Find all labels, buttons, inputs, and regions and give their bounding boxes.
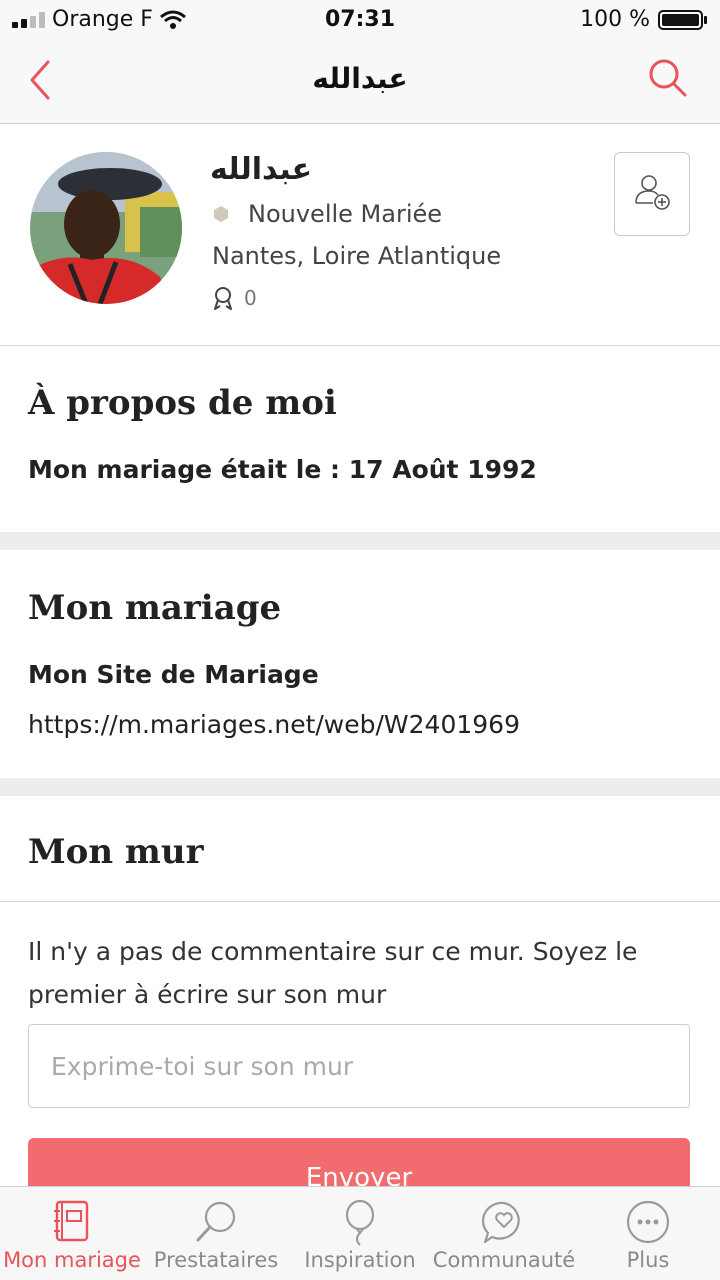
- battery-icon: [658, 10, 707, 30]
- wall-comment-input[interactable]: [28, 1024, 690, 1108]
- wall-title: Mon mur: [28, 832, 204, 872]
- profile-location: Nantes, Loire Atlantique: [212, 242, 502, 270]
- hexagon-badge-icon: [214, 206, 228, 222]
- wedding-section: Mon mariage Mon Site de Mariage https://…: [0, 550, 720, 778]
- battery-percent: 100 %: [580, 7, 650, 32]
- status-bar: Orange F 07:31 100 %: [0, 0, 720, 40]
- profile-role: Nouvelle Mariée: [212, 200, 442, 228]
- wedding-site-label: Mon Site de Mariage: [28, 660, 319, 689]
- medal-count: 0: [244, 286, 257, 310]
- magnifier-icon: [196, 1201, 236, 1242]
- section-divider: [0, 778, 720, 796]
- profile-name: عبدالله: [210, 152, 313, 187]
- tab-prestataires[interactable]: Prestataires: [144, 1187, 288, 1280]
- wedding-site-link[interactable]: https://m.mariages.net/web/W2401969: [28, 710, 520, 739]
- navigation-bar: عبدالله: [0, 40, 720, 124]
- profile-medals: 0: [212, 286, 257, 310]
- add-friend-button[interactable]: [614, 152, 690, 236]
- tab-label: Communauté: [432, 1248, 576, 1272]
- section-divider: [0, 532, 720, 550]
- tab-label: Prestataires: [153, 1248, 279, 1272]
- chat-heart-icon: [481, 1201, 520, 1244]
- tab-label: Plus: [626, 1248, 670, 1272]
- tab-plus[interactable]: Plus: [576, 1187, 720, 1280]
- tab-mon-mariage[interactable]: Mon mariage: [0, 1187, 144, 1280]
- tab-communaute[interactable]: Communauté: [432, 1187, 576, 1280]
- tab-bar: Mon mariage Prestataires Inspiration Com…: [0, 1186, 720, 1280]
- tab-inspiration[interactable]: Inspiration: [288, 1187, 432, 1280]
- about-title: À propos de moi: [28, 383, 337, 423]
- wedding-date: Mon mariage était le : 17 Août 1992: [28, 455, 537, 484]
- avatar[interactable]: [30, 152, 182, 304]
- tab-label: Mon mariage: [3, 1248, 141, 1272]
- profile-header: عبدالله Nouvelle Mariée Nantes, Loire At…: [0, 124, 720, 346]
- add-user-icon: [635, 175, 670, 210]
- search-icon[interactable]: [648, 58, 688, 98]
- planner-book-icon: [54, 1200, 89, 1242]
- profile-role-label: Nouvelle Mariée: [248, 200, 443, 228]
- wedding-title: Mon mariage: [28, 588, 282, 628]
- medal-icon: [214, 287, 232, 310]
- page-title: عبدالله: [312, 62, 408, 95]
- about-section: À propos de moi Mon mariage était le : 1…: [0, 347, 720, 532]
- wall-header: Mon mur: [0, 796, 720, 902]
- wall-section: Il n'y a pas de commentaire sur ce mur. …: [0, 902, 720, 1218]
- wall-empty-message: Il n'y a pas de commentaire sur ce mur. …: [28, 937, 638, 1009]
- tab-label: Inspiration: [304, 1248, 416, 1272]
- balloon-icon: [345, 1199, 375, 1246]
- more-dots-icon: [626, 1200, 670, 1244]
- avatar-photo: [30, 152, 182, 304]
